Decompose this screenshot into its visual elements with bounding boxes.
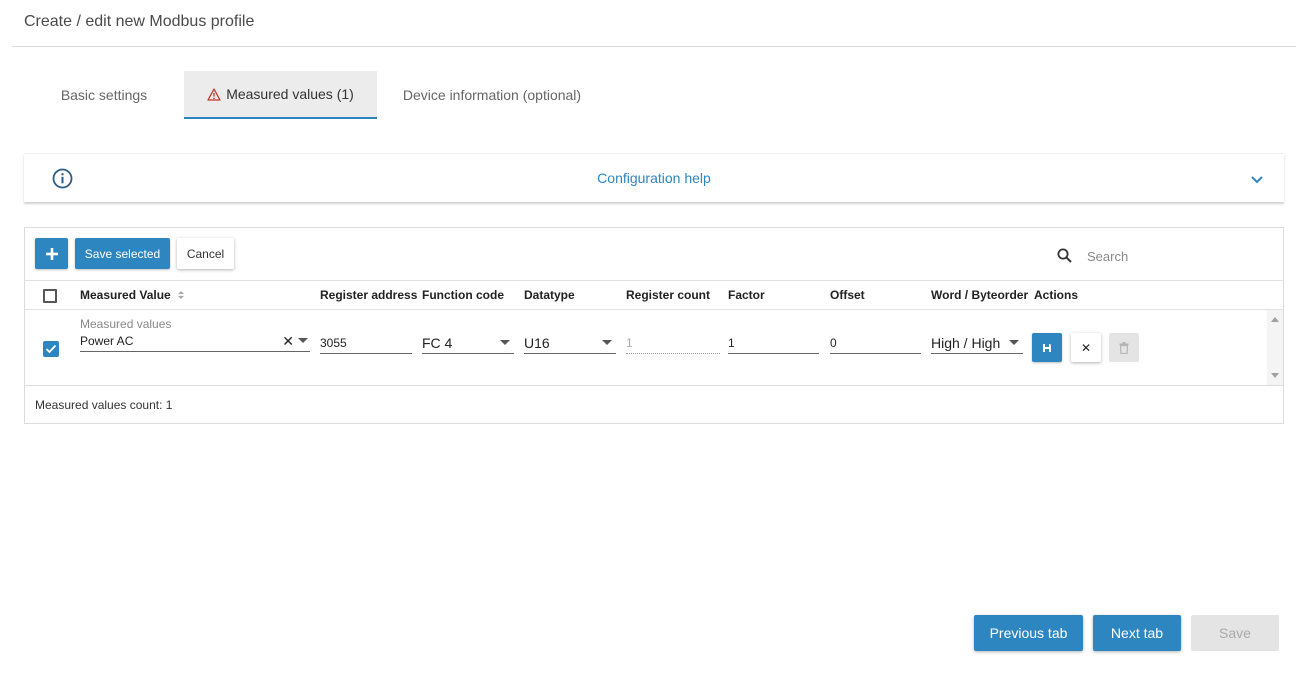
previous-tab-button[interactable]: Previous tab xyxy=(974,615,1083,651)
tab-label: Device information (optional) xyxy=(402,87,582,103)
vertical-scrollbar[interactable] xyxy=(1267,310,1283,385)
factor-value: 1 xyxy=(728,335,735,350)
add-row-button[interactable] xyxy=(35,238,68,269)
function-code-value: FC 4 xyxy=(422,334,453,351)
search-input[interactable] xyxy=(1087,245,1267,267)
configuration-help-title: Configuration help xyxy=(597,170,711,186)
header-divider xyxy=(25,280,1283,281)
caret-down-icon xyxy=(298,338,308,343)
cancel-button[interactable]: Cancel xyxy=(177,238,234,269)
next-tab-button[interactable]: Next tab xyxy=(1093,615,1181,651)
datatype-select[interactable]: U16 xyxy=(524,332,616,354)
datatype-value: U16 xyxy=(524,334,550,351)
tab-basic-settings[interactable]: Basic settings xyxy=(24,71,184,119)
column-header-actions: Actions xyxy=(1034,288,1079,302)
tab-device-information[interactable]: Device information (optional) xyxy=(377,71,607,119)
save-row-button[interactable] xyxy=(1032,333,1062,362)
chevron-down-icon[interactable] xyxy=(1250,175,1264,184)
register-count-input: 1 xyxy=(626,332,720,354)
tab-measured-values[interactable]: Measured values (1) xyxy=(184,71,377,119)
column-header-datatype: Datatype xyxy=(524,288,575,302)
register-address-value: 3055 xyxy=(320,335,347,350)
table-row: Measured values Power AC ✕ 3055 FC 4 U16… xyxy=(25,310,1267,385)
measured-value-field-label: Measured values xyxy=(80,317,172,331)
tab-bar: Basic settings Measured values (1) Devic… xyxy=(24,71,607,119)
measured-value-text: Power AC xyxy=(80,333,134,348)
tab-label: Basic settings xyxy=(60,87,148,103)
caret-down-icon xyxy=(602,340,612,345)
column-header-function-code: Function code xyxy=(422,288,504,302)
page-title: Create / edit new Modbus profile xyxy=(24,13,255,30)
byteorder-select[interactable]: High / High xyxy=(931,332,1023,354)
scroll-up-icon[interactable] xyxy=(1271,317,1279,322)
warning-icon xyxy=(207,87,221,101)
close-icon: ✕ xyxy=(1080,340,1092,355)
column-header-label: Measured Value xyxy=(80,288,171,302)
save-button[interactable]: Save xyxy=(1191,615,1279,651)
grid-footer-divider xyxy=(25,385,1283,386)
caret-down-icon xyxy=(500,340,510,345)
measured-value-select[interactable]: Power AC ✕ xyxy=(80,330,310,352)
row-checkbox[interactable] xyxy=(43,341,59,357)
measured-values-grid: Save selected Cancel Measured Value Regi… xyxy=(24,227,1284,424)
search-icon xyxy=(1057,248,1072,263)
column-header-factor: Factor xyxy=(728,288,765,302)
column-header-register-address: Register address xyxy=(320,288,418,302)
configuration-help-panel[interactable]: Configuration help xyxy=(24,153,1284,202)
column-header-measured-value[interactable]: Measured Value xyxy=(80,288,185,302)
column-header-register-count: Register count xyxy=(626,288,711,302)
title-divider xyxy=(12,46,1296,47)
clear-icon[interactable]: ✕ xyxy=(282,333,294,350)
caret-down-icon xyxy=(1009,340,1019,345)
column-header-offset: Offset xyxy=(830,288,865,302)
offset-value: 0 xyxy=(830,335,837,350)
floppy-disk-icon xyxy=(1043,343,1051,352)
delete-row-button[interactable] xyxy=(1109,333,1139,362)
function-code-select[interactable]: FC 4 xyxy=(422,332,514,354)
sort-icon xyxy=(177,291,184,299)
save-selected-button[interactable]: Save selected xyxy=(75,238,170,269)
plus-icon xyxy=(45,247,58,260)
register-count-value: 1 xyxy=(626,335,633,350)
checkmark-icon xyxy=(45,344,57,354)
byteorder-value: High / High xyxy=(931,334,1001,351)
scroll-down-icon[interactable] xyxy=(1271,373,1279,378)
cancel-row-button[interactable]: ✕ xyxy=(1071,333,1101,362)
trash-icon xyxy=(1119,341,1129,354)
tab-label: Measured values (1) xyxy=(226,86,354,102)
register-address-input[interactable]: 3055 xyxy=(320,332,412,354)
select-all-checkbox[interactable] xyxy=(43,289,57,303)
measured-values-count: Measured values count: 1 xyxy=(35,398,173,412)
offset-input[interactable]: 0 xyxy=(830,332,921,354)
column-header-byteorder: Word / Byteorder xyxy=(931,288,1029,302)
factor-input[interactable]: 1 xyxy=(728,332,819,354)
